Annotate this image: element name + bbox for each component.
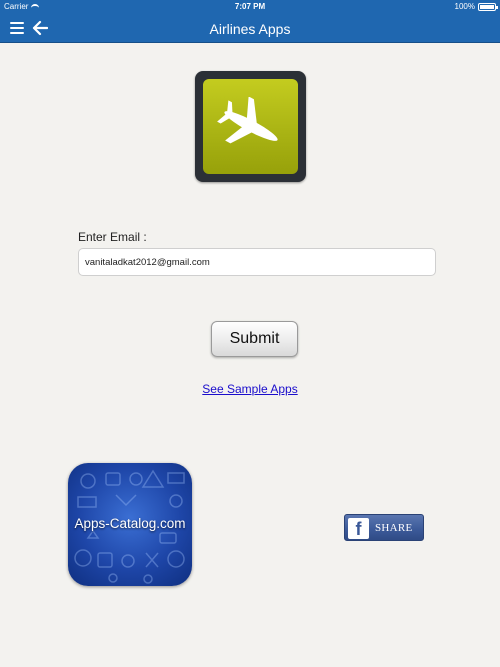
apps-catalog-badge[interactable]: Apps-Catalog.com bbox=[68, 463, 192, 586]
page-title: Airlines Apps bbox=[209, 21, 291, 37]
battery-icon bbox=[478, 2, 498, 11]
status-bar: Carrier 7:07 PM 100% bbox=[0, 0, 500, 14]
share-label: SHARE bbox=[375, 522, 413, 534]
email-label: Enter Email : bbox=[78, 230, 147, 244]
facebook-letter: f bbox=[355, 519, 362, 539]
app-icon bbox=[195, 71, 306, 182]
battery-indicator: 100% bbox=[454, 2, 498, 11]
facebook-icon: f bbox=[348, 518, 369, 539]
battery-percent: 100% bbox=[454, 2, 475, 11]
submit-button[interactable]: Submit bbox=[211, 321, 298, 357]
facebook-share-button[interactable]: f SHARE bbox=[344, 514, 424, 541]
catalog-label: Apps-Catalog.com bbox=[74, 516, 186, 531]
see-sample-apps-link[interactable]: See Sample Apps bbox=[0, 382, 500, 396]
app-icon-tile bbox=[203, 79, 298, 174]
airplane-icon bbox=[217, 97, 278, 144]
status-time: 7:07 PM bbox=[234, 2, 266, 11]
nav-bar: Airlines Apps bbox=[0, 14, 500, 43]
email-field[interactable] bbox=[78, 248, 436, 276]
